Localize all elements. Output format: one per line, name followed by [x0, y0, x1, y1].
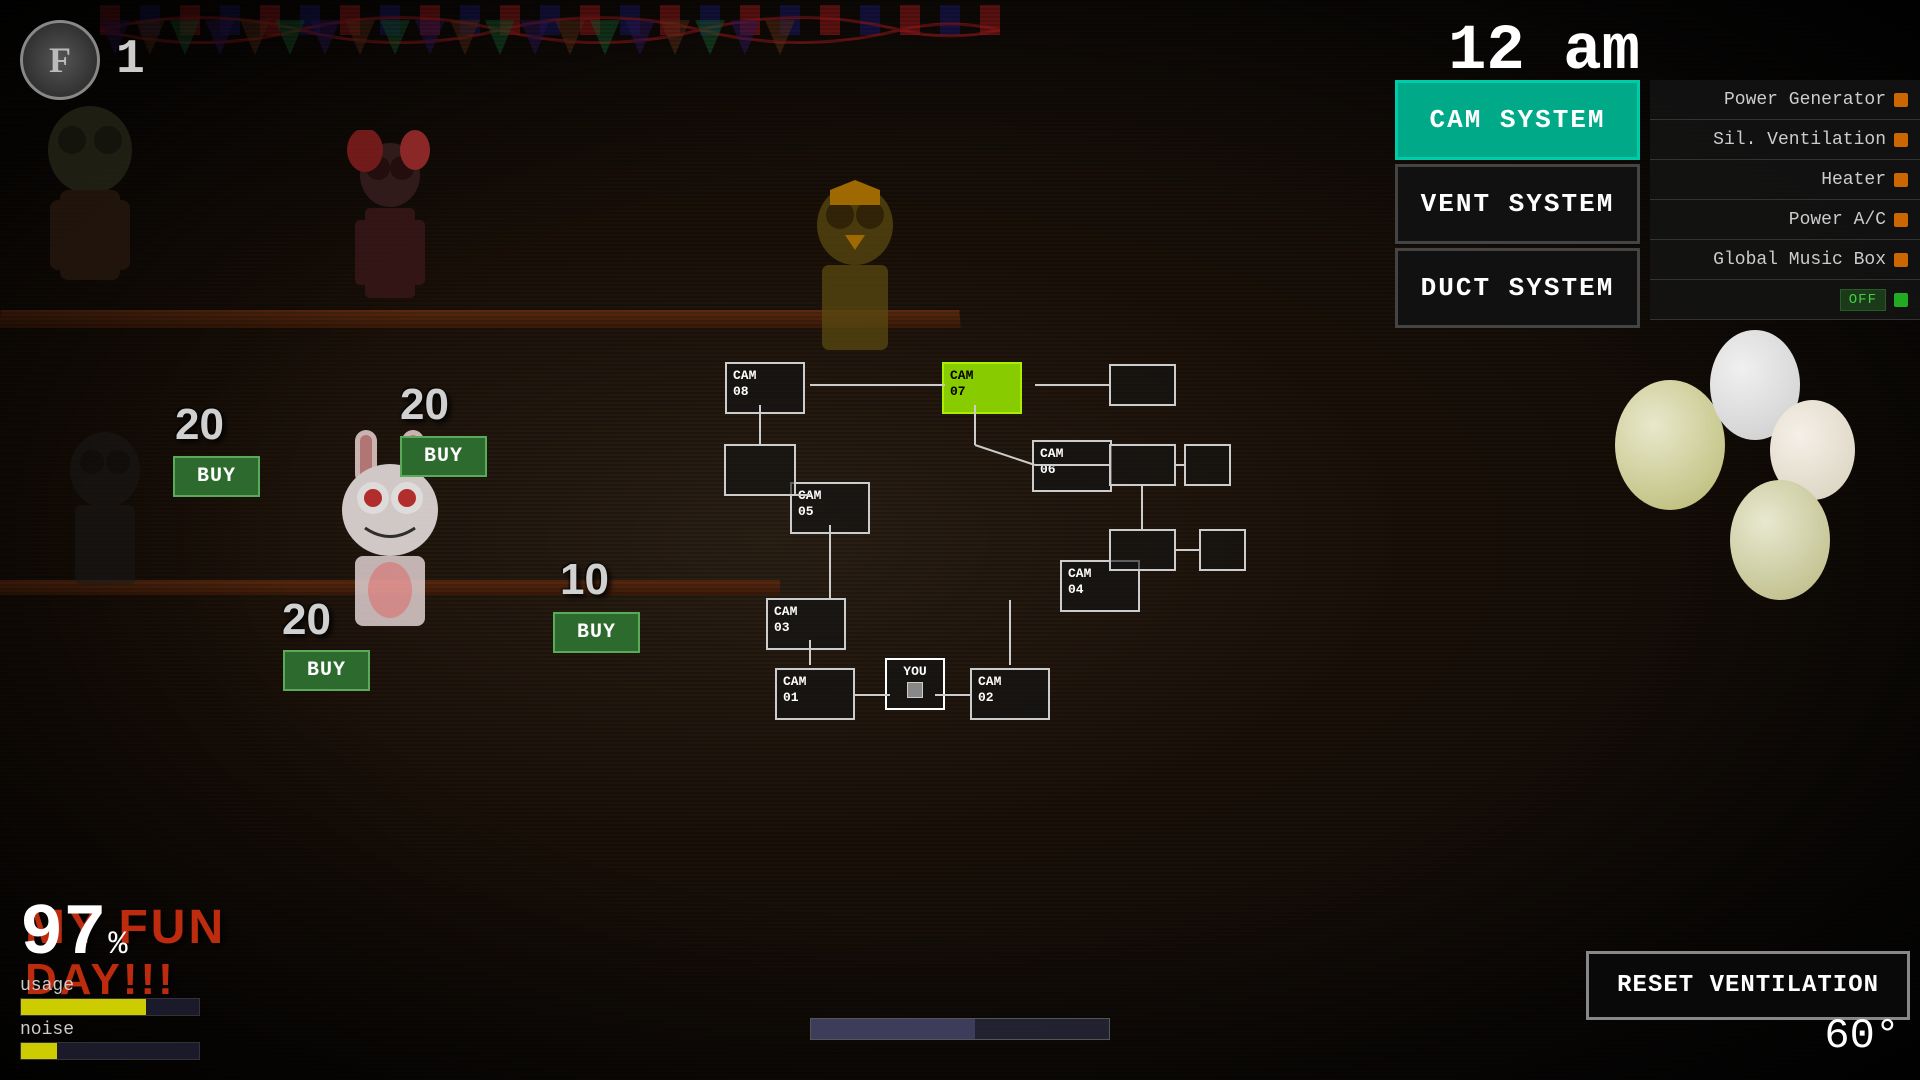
reset-ventilation-button[interactable]: RESET VENTILATION — [1586, 951, 1910, 1020]
panel-item-heater[interactable]: Heater — [1650, 160, 1920, 200]
hud-top-left: F 1 — [20, 20, 145, 100]
sil-ventilation-dot — [1894, 133, 1908, 147]
price-tag-3: 20 — [282, 595, 331, 645]
noise-bar-container: noise — [20, 1020, 200, 1060]
temperature-display: 60° — [1824, 1012, 1900, 1060]
power-ac-label: Power A/C — [1789, 210, 1886, 230]
power-ac-dot — [1894, 213, 1908, 227]
noise-bar-track — [20, 1042, 200, 1060]
duct-system-button[interactable]: DUCT SYSTEM — [1395, 248, 1640, 328]
off-indicator: OFF — [1840, 289, 1886, 311]
power-generator-label: Power Generator — [1724, 90, 1886, 110]
price-tag-1: 20 — [175, 400, 224, 450]
sil-ventilation-label: Sil. Ventilation — [1713, 130, 1886, 150]
buy-button-4[interactable]: BUY — [553, 612, 640, 653]
panel-item-global-music-box[interactable]: Global Music Box — [1650, 240, 1920, 280]
time-hour: 12 am — [1448, 20, 1640, 84]
noise-bar-fill — [21, 1043, 57, 1059]
usage-bar-track — [20, 998, 200, 1016]
panel-item-power-generator[interactable]: Power Generator — [1650, 80, 1920, 120]
global-music-box-dot — [1894, 253, 1908, 267]
bottom-bar-fill — [811, 1019, 975, 1039]
panel-item-power-ac[interactable]: Power A/C — [1650, 200, 1920, 240]
price-tag-2: 20 — [400, 380, 449, 430]
power-generator-dot — [1894, 93, 1908, 107]
power-percentage: 97 — [20, 898, 106, 970]
system-buttons: CAM SYSTEM VENT SYSTEM DUCT SYSTEM — [1395, 80, 1640, 328]
power-percent-symbol: % — [108, 926, 127, 963]
player-number: 1 — [116, 33, 145, 87]
usage-bar-fill — [21, 999, 146, 1015]
cam-system-button[interactable]: CAM SYSTEM — [1395, 80, 1640, 160]
price-tag-4: 10 — [560, 555, 609, 605]
panel-item-off[interactable]: OFF — [1650, 280, 1920, 320]
buy-button-2[interactable]: BUY — [400, 436, 487, 477]
buy-button-3[interactable]: BUY — [283, 650, 370, 691]
global-music-box-label: Global Music Box — [1713, 250, 1886, 270]
usage-label: usage — [20, 976, 200, 996]
cam-map-lines — [680, 330, 1240, 740]
camera-map: CAM08 CAM07 CAM05 CAM06 CAM03 CAM04 CAM0… — [680, 330, 1240, 740]
heater-dot — [1894, 173, 1908, 187]
balloon-1 — [1615, 380, 1725, 510]
right-sidebar-panel: Power Generator Sil. Ventilation Heater … — [1650, 80, 1920, 320]
bottom-progress-bar — [810, 1018, 1110, 1040]
buy-button-1[interactable]: BUY — [173, 456, 260, 497]
usage-bar-container: usage — [20, 976, 200, 1016]
noise-label: noise — [20, 1020, 200, 1040]
freddy-badge: F — [20, 20, 100, 100]
vent-system-button[interactable]: VENT SYSTEM — [1395, 164, 1640, 244]
banner-decoration — [100, 0, 1000, 60]
balloon-4 — [1730, 480, 1830, 600]
panel-item-sil-ventilation[interactable]: Sil. Ventilation — [1650, 120, 1920, 160]
off-dot — [1894, 293, 1908, 307]
heater-label: Heater — [1821, 170, 1886, 190]
bottom-hud: 97 % usage noise — [20, 898, 200, 1060]
